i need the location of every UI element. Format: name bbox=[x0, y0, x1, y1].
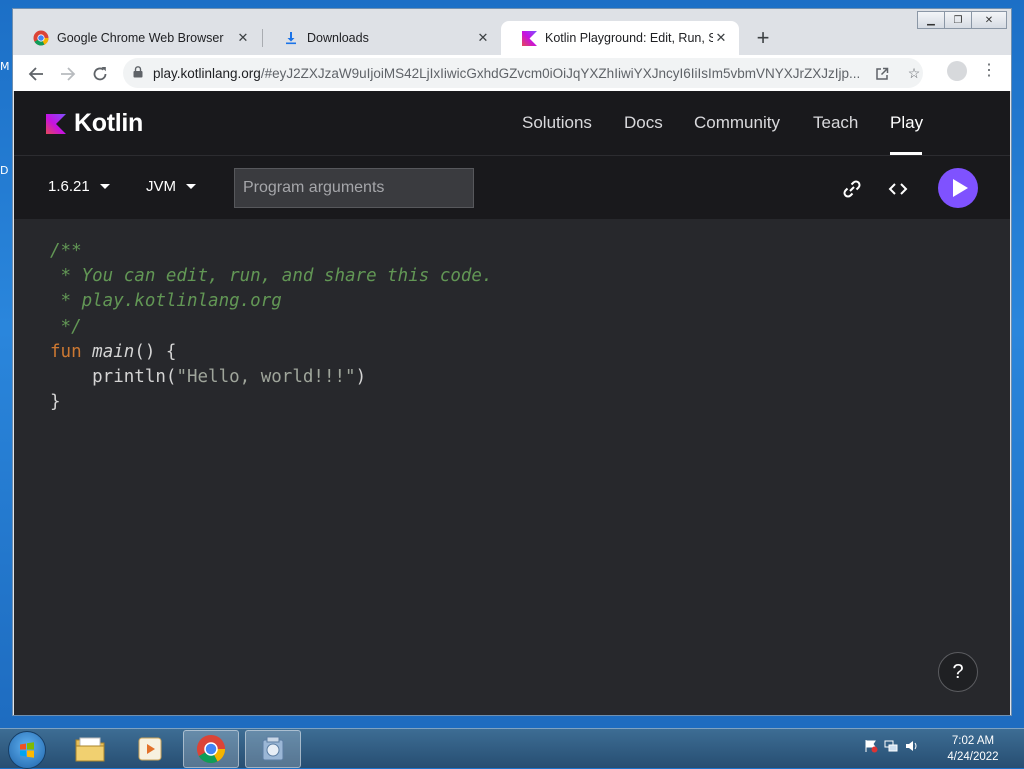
minimize-button[interactable]: ▁ bbox=[917, 11, 945, 29]
chrome-icon bbox=[196, 734, 226, 764]
kotlin-icon bbox=[521, 30, 537, 46]
run-button[interactable] bbox=[938, 168, 978, 208]
version-value: 1.6.21 bbox=[48, 178, 90, 195]
desktop-icon-label: D bbox=[0, 164, 9, 177]
action-center-icon[interactable] bbox=[864, 739, 880, 756]
embed-code-icon[interactable] bbox=[886, 176, 910, 200]
tab-title: Google Chrome Web Browser bbox=[57, 31, 224, 45]
play-icon bbox=[953, 179, 968, 197]
nav-play[interactable]: Play bbox=[890, 113, 923, 133]
tab-downloads[interactable]: Downloads ✕ bbox=[263, 21, 501, 55]
back-button[interactable] bbox=[24, 61, 48, 85]
share-link-icon[interactable] bbox=[840, 176, 864, 200]
reload-icon bbox=[93, 66, 107, 80]
code-content[interactable]: /** * You can edit, run, and share this … bbox=[50, 239, 493, 415]
media-player-icon bbox=[138, 737, 162, 761]
bookmark-star-icon[interactable]: ☆ bbox=[899, 58, 929, 88]
tab-chrome[interactable]: Google Chrome Web Browser ✕ bbox=[13, 21, 261, 55]
nav-teach[interactable]: Teach bbox=[813, 113, 858, 133]
close-tab-icon[interactable]: ✕ bbox=[713, 30, 729, 46]
nav-community[interactable]: Community bbox=[694, 113, 780, 133]
code-editor[interactable]: /** * You can edit, run, and share this … bbox=[14, 219, 1010, 715]
code-line: * play.kotlinlang.org bbox=[50, 291, 282, 312]
clock[interactable]: 7:02 AM 4/24/2022 bbox=[928, 733, 1018, 765]
browser-menu-icon[interactable]: ⋮ bbox=[981, 59, 997, 83]
back-arrow-icon bbox=[28, 66, 43, 81]
version-select[interactable]: 1.6.21 bbox=[48, 178, 110, 195]
profile-avatar-icon[interactable] bbox=[947, 61, 967, 81]
code-line: } bbox=[50, 392, 61, 413]
start-button[interactable] bbox=[8, 731, 46, 769]
code-line: * You can edit, run, and share this code… bbox=[50, 266, 493, 287]
nav-solutions[interactable]: Solutions bbox=[522, 113, 592, 133]
playground-controls: 1.6.21 JVM bbox=[14, 155, 1010, 219]
kotlin-logo[interactable]: Kotlin bbox=[46, 109, 143, 138]
tab-kotlin-playground[interactable]: Kotlin Playground: Edit, Run, Share ✕ bbox=[501, 21, 739, 55]
share-icon[interactable] bbox=[867, 58, 897, 88]
url-host: play.kotlinlang.org bbox=[153, 65, 261, 81]
code-line: */ bbox=[50, 316, 82, 337]
chevron-down-icon bbox=[99, 184, 110, 189]
lock-icon bbox=[123, 65, 153, 81]
folder-icon bbox=[75, 737, 105, 762]
help-button[interactable]: ? bbox=[938, 652, 978, 692]
browser-toolbar: play.kotlinlang.org/#eyJ2ZXJzaW9uIjoiMS4… bbox=[13, 55, 1011, 91]
kotlin-logo-icon bbox=[46, 113, 66, 134]
code-line: fun main() { bbox=[50, 341, 177, 362]
tab-title: Downloads bbox=[307, 31, 369, 45]
windows-logo-icon bbox=[20, 742, 34, 758]
logo-text: Kotlin bbox=[74, 109, 144, 137]
tab-strip: Google Chrome Web Browser ✕ Downloads ✕ bbox=[13, 9, 1011, 55]
taskbar-explorer[interactable] bbox=[62, 730, 118, 768]
clock-time: 7:02 AM bbox=[951, 735, 995, 747]
taskbar-media-player[interactable] bbox=[122, 730, 178, 768]
forward-button[interactable] bbox=[56, 61, 80, 85]
clock-date: 4/24/2022 bbox=[947, 751, 999, 763]
close-tab-icon[interactable]: ✕ bbox=[475, 30, 491, 46]
tab-title: Kotlin Playground: Edit, Run, Share bbox=[545, 31, 713, 45]
download-icon bbox=[283, 30, 299, 46]
network-icon[interactable] bbox=[884, 739, 902, 756]
browser-window: Google Chrome Web Browser ✕ Downloads ✕ bbox=[12, 8, 1012, 716]
code-line: /** bbox=[50, 241, 82, 261]
platform-select[interactable]: JVM bbox=[146, 178, 196, 195]
url-text: play.kotlinlang.org/#eyJ2ZXJzaW9uIjoiMS4… bbox=[153, 66, 865, 81]
close-window-button[interactable]: ✕ bbox=[971, 11, 1007, 29]
app-icon bbox=[262, 736, 284, 761]
chevron-down-icon bbox=[186, 184, 196, 189]
url-path: /#eyJ2ZXJzaW9uIjoiMS42LjIxIiwicGxhdGZvcm… bbox=[260, 65, 861, 81]
forward-arrow-icon bbox=[61, 66, 76, 81]
address-bar[interactable]: play.kotlinlang.org/#eyJ2ZXJzaW9uIjoiMS4… bbox=[123, 58, 923, 88]
code-line: println("Hello, world!!!") bbox=[50, 367, 367, 388]
chrome-icon bbox=[33, 30, 49, 46]
volume-icon[interactable] bbox=[905, 739, 921, 756]
taskbar-chrome[interactable] bbox=[183, 730, 239, 768]
system-tray bbox=[864, 739, 921, 756]
nav-docs[interactable]: Docs bbox=[624, 113, 663, 133]
site-header: Kotlin Solutions Docs Community Teach Pl… bbox=[14, 91, 1010, 155]
maximize-button[interactable]: ❐ bbox=[944, 11, 972, 29]
taskbar-app[interactable] bbox=[245, 730, 301, 768]
close-tab-icon[interactable]: ✕ bbox=[235, 30, 251, 46]
program-arguments-input[interactable] bbox=[234, 168, 474, 208]
reload-button[interactable] bbox=[88, 61, 112, 85]
new-tab-button[interactable]: + bbox=[749, 25, 777, 53]
taskbar: 7:02 AM 4/24/2022 bbox=[0, 728, 1024, 769]
kotlin-playground-page: Kotlin Solutions Docs Community Teach Pl… bbox=[14, 91, 1010, 715]
desktop-icon-label: M bbox=[0, 60, 10, 73]
platform-value: JVM bbox=[146, 178, 176, 195]
